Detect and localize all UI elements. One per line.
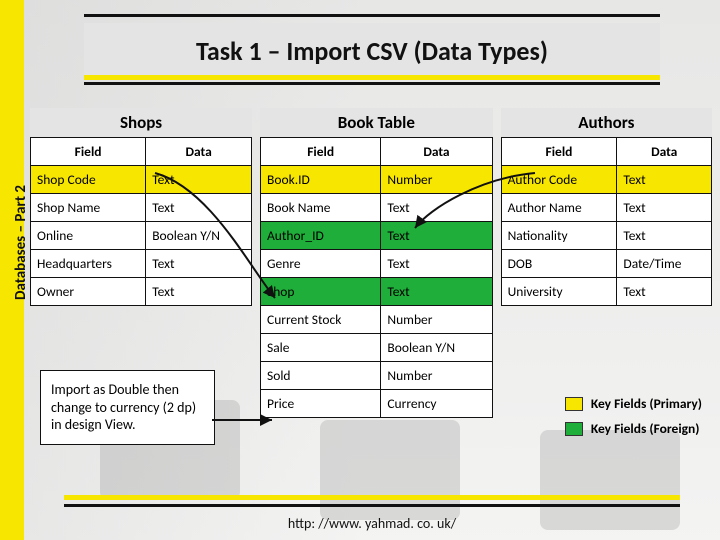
cell-field: Book.ID bbox=[261, 166, 381, 194]
legend-primary-label: Key Fields (Primary) bbox=[591, 395, 702, 412]
table-row: Book.IDNumber bbox=[261, 166, 493, 194]
cell-data: Text bbox=[381, 222, 492, 250]
cell-data: Text bbox=[617, 222, 712, 250]
cell-field: Online bbox=[31, 222, 146, 250]
table-row: HeadquartersText bbox=[31, 250, 252, 278]
cell-data: Text bbox=[381, 194, 492, 222]
cell-field: DOB bbox=[501, 250, 617, 278]
cell-data: Text bbox=[146, 194, 252, 222]
page-title: Task 1 – Import CSV (Data Types) bbox=[84, 35, 660, 67]
cell-data: Text bbox=[617, 194, 712, 222]
table-row: SoldNumber bbox=[261, 362, 493, 390]
table-row: NationalityText bbox=[501, 222, 711, 250]
table-row: Author CodeText bbox=[501, 166, 711, 194]
table-title-authors: Authors bbox=[501, 108, 712, 137]
cell-field: University bbox=[501, 278, 617, 306]
col-field: Field bbox=[261, 138, 381, 166]
table-row: OwnerText bbox=[31, 278, 252, 306]
table-book: Field Data Book.IDNumberBook NameTextAut… bbox=[260, 137, 493, 418]
cell-field: Shop Code bbox=[31, 166, 146, 194]
cell-field: Current Stock bbox=[261, 306, 381, 334]
sidebar-label: Databases – Part 2 bbox=[12, 185, 30, 300]
cell-data: Text bbox=[146, 166, 252, 194]
table-row: Shop NameText bbox=[31, 194, 252, 222]
legend-foreign: Key Fields (Foreign) bbox=[565, 420, 702, 437]
cell-field: Author Name bbox=[501, 194, 617, 222]
table-row: ShopText bbox=[261, 278, 493, 306]
table-row: PriceCurrency bbox=[261, 390, 493, 418]
cell-field: Price bbox=[261, 390, 381, 418]
cell-data: Text bbox=[381, 278, 492, 306]
table-row: Book NameText bbox=[261, 194, 493, 222]
cell-data: Text bbox=[146, 250, 252, 278]
title-area: Task 1 – Import CSV (Data Types) bbox=[24, 8, 720, 91]
legend-primary: Key Fields (Primary) bbox=[565, 395, 702, 412]
cell-data: Text bbox=[617, 278, 712, 306]
table-group-authors: Authors Field Data Author CodeTextAuthor… bbox=[501, 108, 712, 306]
table-row: Shop CodeText bbox=[31, 166, 252, 194]
cell-field: Author Code bbox=[501, 166, 617, 194]
table-row: Current StockNumber bbox=[261, 306, 493, 334]
swatch-yellow-icon bbox=[565, 397, 583, 411]
cell-field: Genre bbox=[261, 250, 381, 278]
table-row: Author NameText bbox=[501, 194, 711, 222]
table-group-book: Book Table Field Data Book.IDNumberBook … bbox=[260, 108, 493, 418]
footer-url: http: //www. yahmad. co. uk/ bbox=[24, 507, 720, 536]
cell-field: Sold bbox=[261, 362, 381, 390]
cell-data: Currency bbox=[381, 390, 492, 418]
cell-data: Number bbox=[381, 362, 492, 390]
cell-data: Date/Time bbox=[617, 250, 712, 278]
footer: http: //www. yahmad. co. uk/ bbox=[24, 495, 720, 536]
legend: Key Fields (Primary) Key Fields (Foreign… bbox=[565, 395, 702, 445]
cell-field: Headquarters bbox=[31, 250, 146, 278]
cell-field: Shop bbox=[261, 278, 381, 306]
cell-data: Number bbox=[381, 306, 492, 334]
cell-field: Nationality bbox=[501, 222, 617, 250]
cell-data: Text bbox=[381, 250, 492, 278]
table-group-shops: Shops Field Data Shop CodeTextShop NameT… bbox=[30, 108, 252, 306]
col-field: Field bbox=[501, 138, 617, 166]
table-authors: Field Data Author CodeTextAuthor NameTex… bbox=[501, 137, 712, 306]
col-data: Data bbox=[146, 138, 252, 166]
note-box: Import as Double then change to currency… bbox=[40, 370, 215, 445]
legend-foreign-label: Key Fields (Foreign) bbox=[591, 420, 700, 437]
cell-data: Boolean Y/N bbox=[146, 222, 252, 250]
table-row: SaleBoolean Y/N bbox=[261, 334, 493, 362]
table-row: Author_IDText bbox=[261, 222, 493, 250]
table-row: DOBDate/Time bbox=[501, 250, 711, 278]
cell-field: Sale bbox=[261, 334, 381, 362]
table-title-book: Book Table bbox=[260, 108, 493, 137]
cell-data: Text bbox=[617, 166, 712, 194]
cell-data: Text bbox=[146, 278, 252, 306]
cell-field: Owner bbox=[31, 278, 146, 306]
col-data: Data bbox=[617, 138, 712, 166]
cell-field: Author_ID bbox=[261, 222, 381, 250]
table-row: GenreText bbox=[261, 250, 493, 278]
table-row: OnlineBoolean Y/N bbox=[31, 222, 252, 250]
table-row: UniversityText bbox=[501, 278, 711, 306]
cell-field: Book Name bbox=[261, 194, 381, 222]
cell-data: Boolean Y/N bbox=[381, 334, 492, 362]
swatch-green-icon bbox=[565, 422, 583, 436]
table-shops: Field Data Shop CodeTextShop NameTextOnl… bbox=[30, 137, 252, 306]
col-field: Field bbox=[31, 138, 146, 166]
col-data: Data bbox=[381, 138, 492, 166]
cell-field: Shop Name bbox=[31, 194, 146, 222]
table-title-shops: Shops bbox=[30, 108, 252, 137]
cell-data: Number bbox=[381, 166, 492, 194]
